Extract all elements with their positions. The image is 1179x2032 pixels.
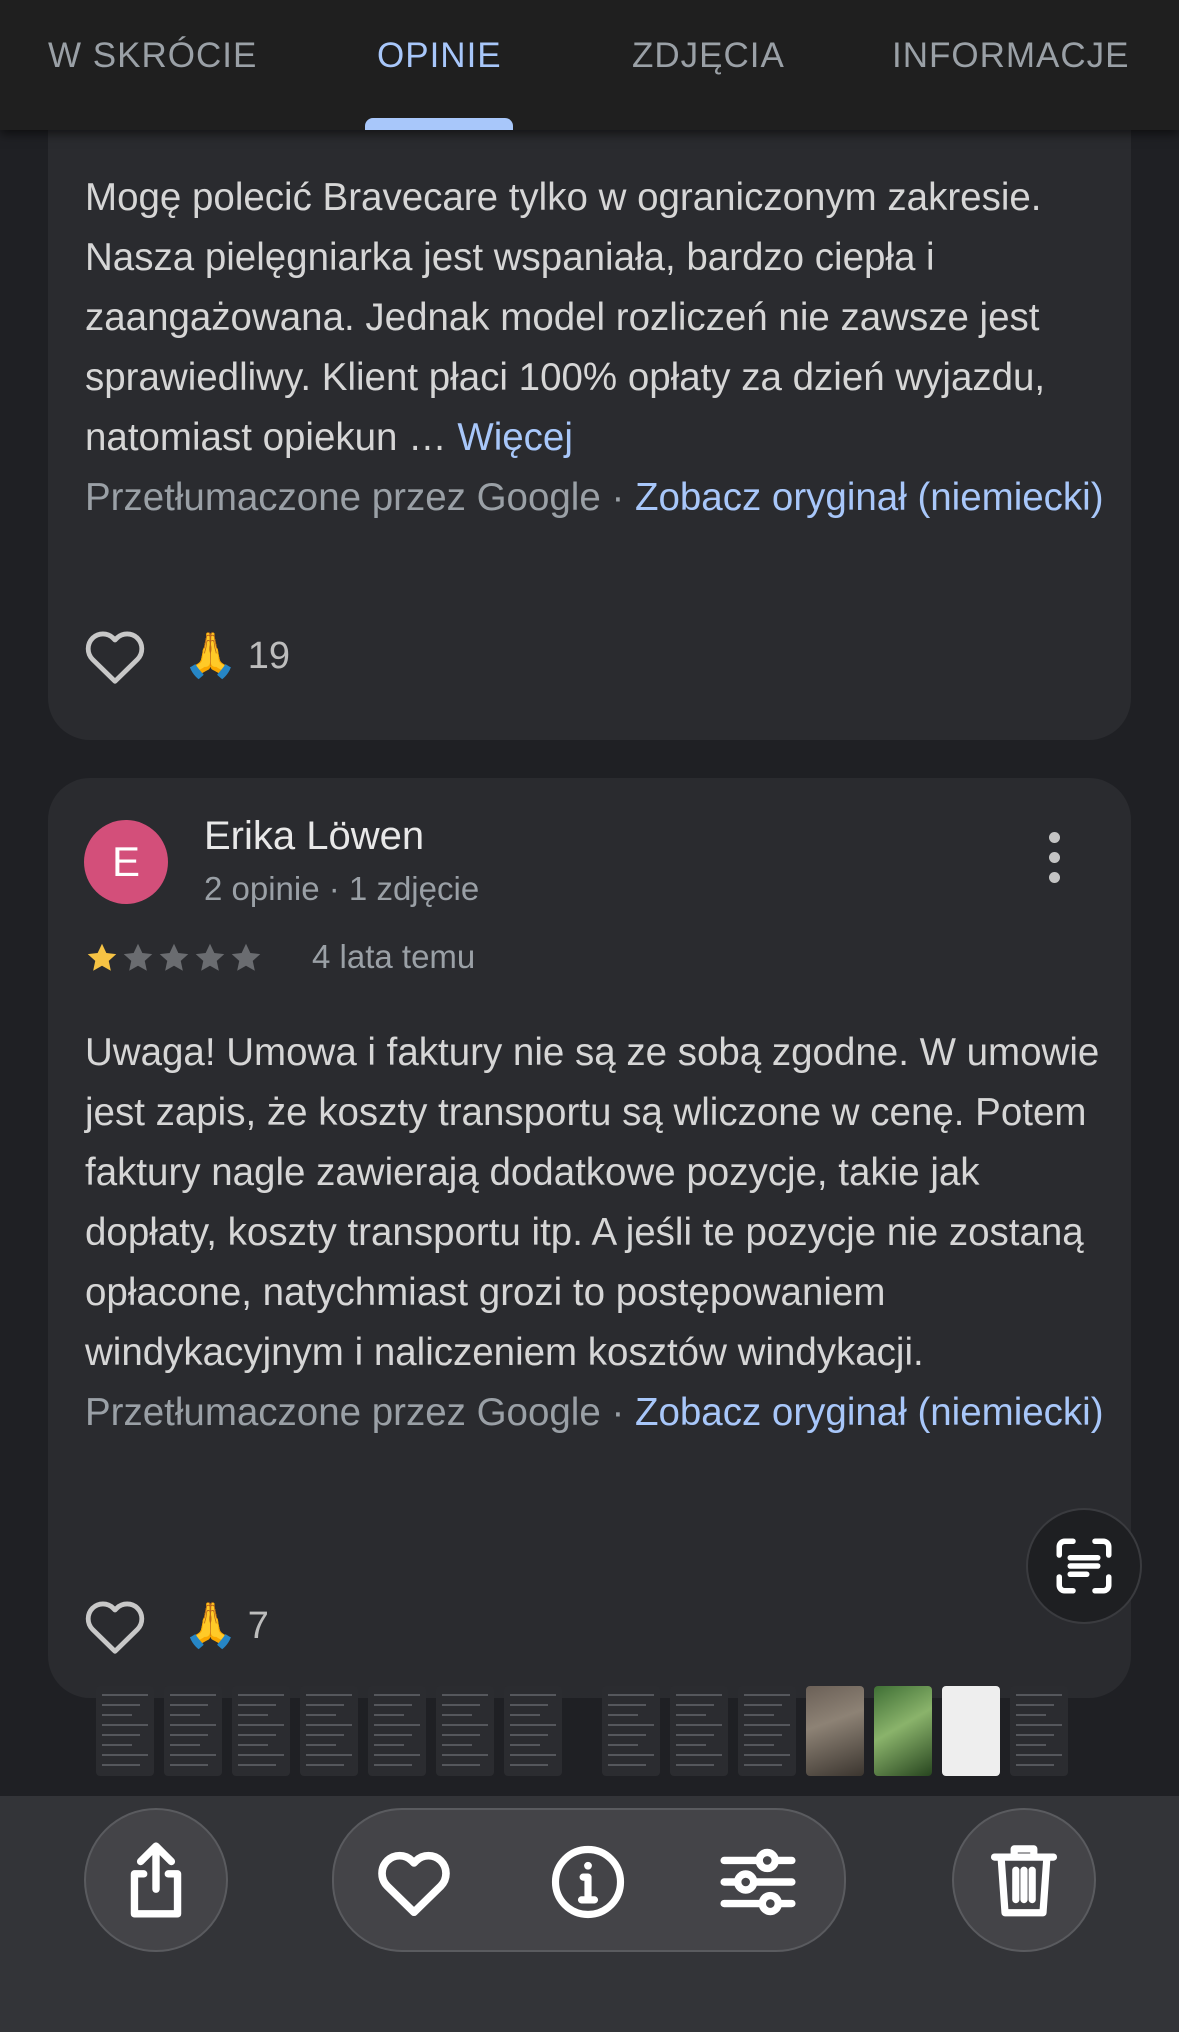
favorite-button[interactable] (374, 1842, 454, 1922)
share-icon (130, 1842, 182, 1918)
tab-info[interactable]: INFORMACJE (892, 36, 1130, 76)
heart-outline-icon (85, 1601, 145, 1654)
photo-thumbnail[interactable] (670, 1686, 728, 1776)
adjust-icon (720, 1848, 796, 1916)
like-button[interactable] (83, 1596, 147, 1656)
action-pill (332, 1808, 846, 1952)
rating-stars (84, 940, 264, 976)
pray-emoji: 🙏 (183, 631, 238, 680)
tab-bar: W SKRÓCIE OPINIE ZDJĘCIA INFORMACJE (0, 0, 1179, 130)
reaction-count: 7 (247, 1604, 269, 1647)
photo-thumbnail[interactable] (96, 1686, 154, 1776)
photo-thumbnail[interactable] (164, 1686, 222, 1776)
star-filled-icon (87, 943, 117, 971)
see-original-link[interactable]: Zobacz oryginał (niemiecki) (635, 476, 1104, 519)
reaction-count: 19 (247, 634, 291, 677)
heart-icon (378, 1851, 450, 1917)
star-empty-icon (195, 943, 225, 971)
tab-overview[interactable]: W SKRÓCIE (48, 36, 257, 76)
photo-thumbnail[interactable] (368, 1686, 426, 1776)
more-options-icon[interactable] (1044, 832, 1064, 892)
photo-thumbnail[interactable] (1010, 1686, 1068, 1776)
live-text-icon (1056, 1538, 1112, 1594)
photo-thumbnail[interactable] (806, 1686, 864, 1776)
translated-label: Przetłumaczone przez Google (85, 476, 601, 519)
avatar[interactable]: E (84, 820, 168, 904)
like-button[interactable] (83, 626, 147, 686)
reaction[interactable]: 🙏 19 (183, 626, 290, 686)
star-empty-icon (231, 943, 261, 971)
reaction[interactable]: 🙏 7 (183, 1596, 269, 1656)
reviewer-name[interactable]: Erika Löwen (204, 814, 424, 859)
star-empty-icon (123, 943, 153, 971)
photo-thumbnail[interactable] (436, 1686, 494, 1776)
review-time: 4 lata temu (312, 938, 476, 975)
see-original-link[interactable]: Zobacz oryginał (niemiecki) (635, 1391, 1104, 1434)
review-card: E Erika Löwen 2 opinie · 1 zdjęcie 4 lat… (48, 778, 1131, 1698)
reviewer-meta: 2 opinie · 1 zdjęcie (204, 870, 480, 907)
translated-label: Przetłumaczone przez Google (85, 1391, 601, 1434)
photo-thumbnail[interactable] (602, 1686, 660, 1776)
live-text-button[interactable] (1028, 1510, 1140, 1622)
photo-thumbnail[interactable] (572, 1686, 592, 1776)
photo-thumbnail[interactable] (874, 1686, 932, 1776)
photo-thumbnail[interactable] (300, 1686, 358, 1776)
review-text: Uwaga! Umowa i faktury nie są ze sobą zg… (85, 1023, 1105, 1443)
photo-thumbnail-strip[interactable] (96, 1686, 1116, 1778)
review-body: Uwaga! Umowa i faktury nie są ze sobą zg… (85, 1031, 1100, 1374)
review-card: Mogę polecić Bravecare tylko w ograniczo… (48, 100, 1131, 740)
photo-thumbnail[interactable] (738, 1686, 796, 1776)
photo-thumbnail[interactable] (504, 1686, 562, 1776)
separator: · (611, 1391, 625, 1434)
info-button[interactable] (548, 1842, 628, 1922)
photo-thumbnail[interactable] (232, 1686, 290, 1776)
photo-thumbnail[interactable] (942, 1686, 1000, 1776)
separator: · (611, 476, 625, 519)
delete-button[interactable] (952, 1808, 1096, 1952)
more-link[interactable]: Więcej (457, 416, 573, 459)
tab-photos[interactable]: ZDJĘCIA (632, 36, 785, 76)
pray-emoji: 🙏 (183, 1601, 238, 1650)
active-tab-indicator (365, 118, 513, 130)
review-text: Mogę polecić Bravecare tylko w ograniczo… (85, 168, 1105, 528)
share-button[interactable] (84, 1808, 228, 1952)
info-icon (551, 1845, 625, 1919)
trash-icon (990, 1845, 1058, 1917)
star-empty-icon (159, 943, 189, 971)
tab-reviews[interactable]: OPINIE (377, 36, 502, 76)
adjust-button[interactable] (718, 1842, 798, 1922)
heart-outline-icon (85, 631, 145, 684)
